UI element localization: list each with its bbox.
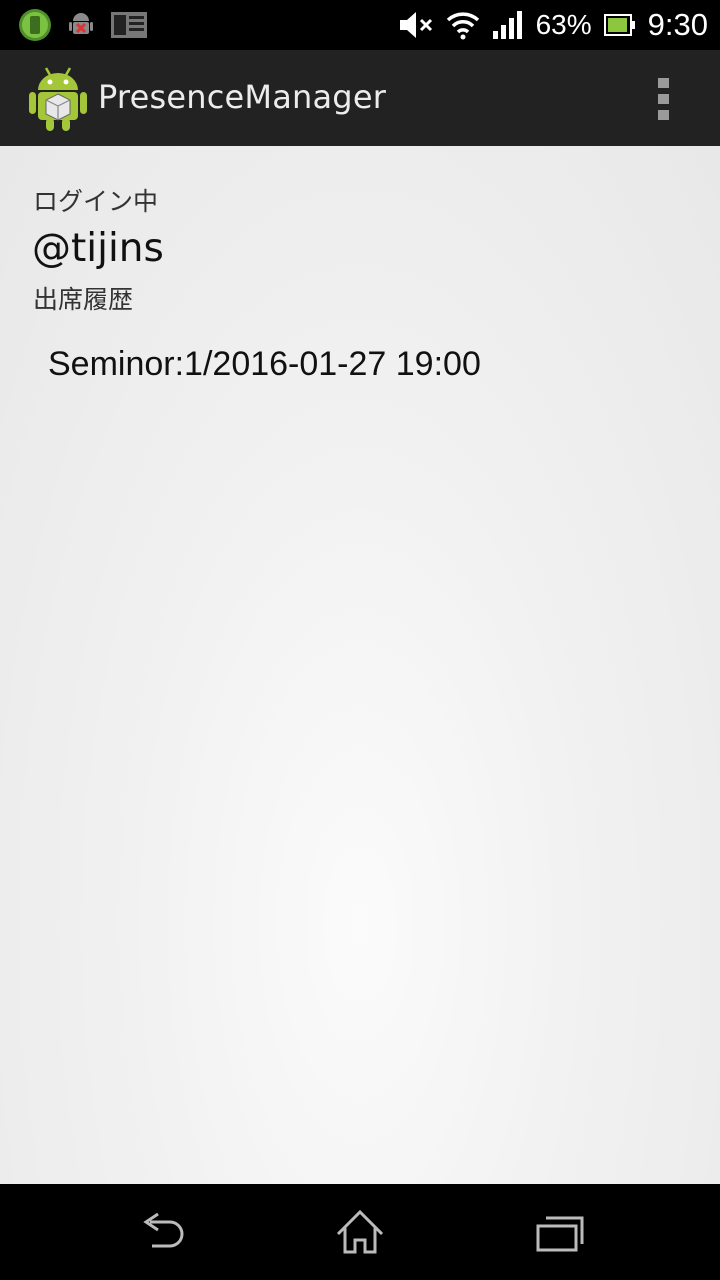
overflow-dot bbox=[658, 78, 669, 88]
list-item[interactable]: Seminor:1/2016-01-27 19:00 bbox=[48, 342, 481, 386]
home-icon[interactable] bbox=[320, 1204, 400, 1260]
back-icon[interactable] bbox=[120, 1204, 200, 1260]
recents-icon[interactable] bbox=[520, 1204, 600, 1260]
status-bar: 63% 9:30 bbox=[0, 0, 720, 50]
clock: 9:30 bbox=[647, 7, 708, 42]
news-app-icon bbox=[111, 12, 147, 38]
overflow-dot bbox=[658, 94, 669, 104]
signal-icon bbox=[492, 11, 522, 39]
notification-area bbox=[18, 8, 148, 42]
battery-app-icon bbox=[19, 9, 51, 41]
attendance-history-list: Seminor:1/2016-01-27 19:00 bbox=[48, 342, 481, 386]
main-content: ログイン中 @tijins 出席履歴 Seminor:1/2016-01-27 … bbox=[0, 146, 720, 1184]
wifi-icon bbox=[446, 12, 479, 40]
navigation-bar bbox=[0, 1184, 720, 1280]
app-title: PresenceManager bbox=[98, 78, 387, 116]
attendance-history-label: 出席履歴 bbox=[33, 285, 134, 314]
android-debug-icon bbox=[69, 13, 93, 34]
action-bar: PresenceManager bbox=[0, 50, 720, 148]
login-status-label: ログイン中 bbox=[33, 187, 159, 216]
overflow-menu-icon[interactable] bbox=[640, 70, 688, 126]
overflow-dot bbox=[658, 110, 669, 120]
android-app-icon[interactable] bbox=[26, 64, 90, 132]
battery-icon bbox=[603, 14, 635, 36]
username: @tijins bbox=[32, 226, 164, 271]
mute-icon bbox=[399, 12, 432, 38]
battery-percent: 63% bbox=[535, 9, 592, 40]
system-status-area: 63% 9:30 bbox=[398, 0, 708, 50]
